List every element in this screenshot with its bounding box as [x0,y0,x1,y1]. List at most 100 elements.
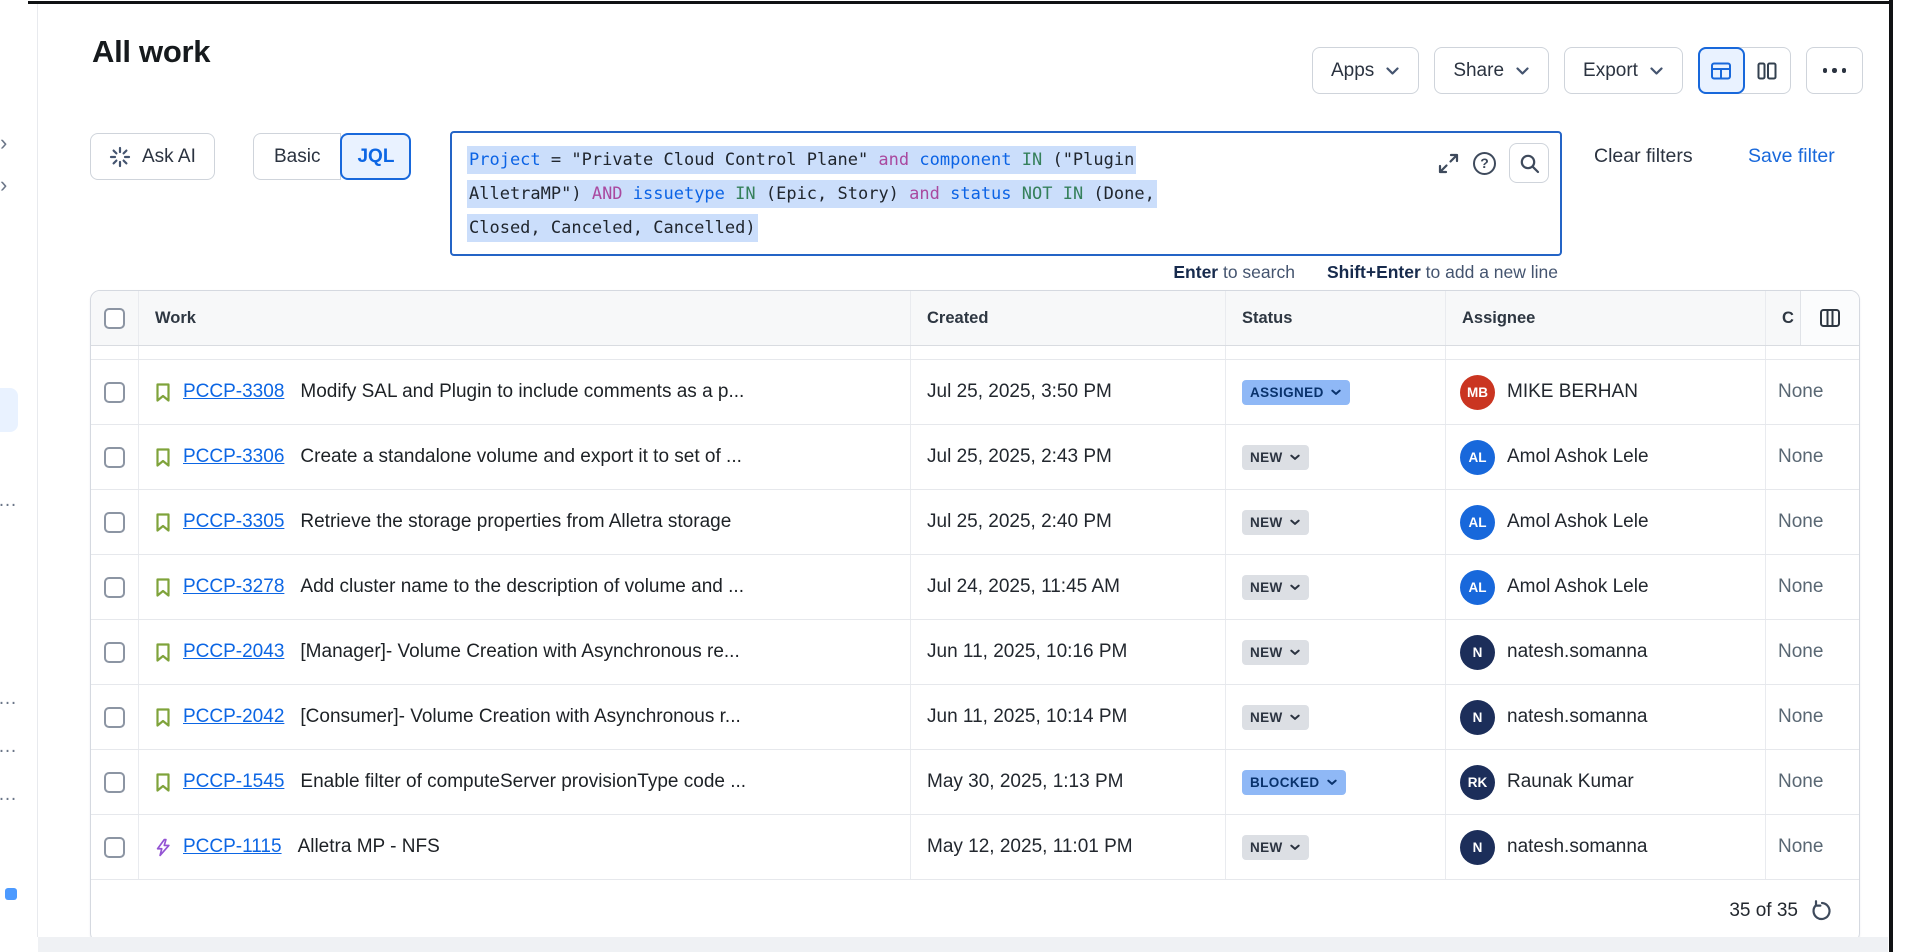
jql-token: and [899,184,950,204]
status-badge[interactable]: NEW [1242,835,1309,860]
created-cell: May 30, 2025, 1:13 PM [911,750,1226,814]
jql-mode-button[interactable]: JQL [340,133,411,180]
select-all-checkbox[interactable] [104,308,125,329]
table-header: WorkCreatedStatusAssigneeC [91,291,1859,346]
chevron-right-icon[interactable]: › [0,174,7,196]
row-checkbox[interactable] [104,707,125,728]
row-checkbox[interactable] [104,447,125,468]
sidebar-item-partial[interactable]: … [0,490,18,512]
expand-icon[interactable] [1437,152,1460,175]
keyboard-hint: Shift+Enter to add a new line [1327,262,1558,282]
story-icon [153,382,173,403]
search-hints: Enter to searchShift+Enter to add a new … [450,262,1558,283]
issue-key-link[interactable]: PCCP-3308 [183,381,284,403]
chevron-down-icon [1385,66,1400,76]
issue-key-link[interactable]: PCCP-3306 [183,446,284,468]
chevron-down-icon [1330,388,1342,397]
issue-key-link[interactable]: PCCP-3305 [183,511,284,533]
share-button-label: Share [1453,60,1504,82]
avatar: AL [1460,505,1495,540]
row-checkbox[interactable] [104,512,125,533]
table-row[interactable]: PCCP-3306Create a standalone volume and … [91,425,1859,490]
row-checkbox[interactable] [104,382,125,403]
row-select-cell [91,815,139,879]
chevron-right-icon[interactable]: › [0,132,7,154]
query-mode-toggle: Basic JQL [253,133,411,180]
issue-key-link[interactable]: PCCP-2043 [183,641,284,663]
table-header-row: WorkCreatedStatusAssigneeC [91,291,1859,346]
status-badge[interactable]: NEW [1242,705,1309,730]
jql-line-1: Project = "Private Cloud Control Plane" … [467,143,1440,177]
row-checkbox[interactable] [104,642,125,663]
result-count: 35 of 35 [1729,900,1798,922]
search-button[interactable] [1509,143,1549,183]
columns-settings-button[interactable] [1800,291,1859,345]
table-row[interactable]: PCCP-3278Add cluster name to the descrip… [91,555,1859,620]
save-filter-button[interactable]: Save filter [1742,144,1841,169]
extra-column-cell: None [1766,490,1859,554]
row-checkbox[interactable] [104,772,125,793]
status-badge[interactable]: ASSIGNED [1242,380,1350,405]
chevron-down-icon [1289,648,1301,657]
column-header-assignee: Assignee [1446,291,1766,345]
issue-key-link[interactable]: PCCP-2042 [183,706,284,728]
jql-editor[interactable]: Project = "Private Cloud Control Plane" … [450,131,1562,256]
work-cell: PCCP-3306Create a standalone volume and … [139,425,911,489]
status-label: NEW [1250,580,1283,595]
help-icon[interactable]: ? [1473,152,1496,175]
empty-cell [1446,346,1766,359]
export-button[interactable]: Export [1564,47,1683,94]
issue-key-link[interactable]: PCCP-1115 [183,836,282,858]
ask-ai-button[interactable]: Ask AI [90,133,215,180]
column-header-created: Created [911,291,1226,345]
refresh-button[interactable] [1811,900,1833,922]
row-checkbox[interactable] [104,577,125,598]
assignee-cell: ALAmol Ashok Lele [1446,425,1766,489]
status-label: NEW [1250,710,1283,725]
issue-key-link[interactable]: PCCP-3278 [183,576,284,598]
apps-button[interactable]: Apps [1312,47,1419,94]
chevron-down-icon [1326,778,1338,787]
status-badge[interactable]: NEW [1242,510,1309,535]
window-right-border [1889,0,1893,952]
work-cell: PCCP-1545Enable filter of computeServer … [139,750,911,814]
apps-button-label: Apps [1331,60,1374,82]
row-select-cell [91,555,139,619]
status-badge[interactable]: BLOCKED [1242,770,1346,795]
detail-view-button[interactable] [1745,48,1790,93]
status-cell: NEW [1226,815,1446,879]
table-row[interactable]: PCCP-2043[Manager]- Volume Creation with… [91,620,1859,685]
sidebar-active-item[interactable] [0,388,18,432]
refresh-icon [1811,900,1833,922]
sidebar-item-partial[interactable] [5,888,17,900]
status-badge[interactable]: NEW [1242,445,1309,470]
avatar: AL [1460,440,1495,475]
status-badge[interactable]: NEW [1242,575,1309,600]
status-badge[interactable]: NEW [1242,640,1309,665]
basic-mode-button[interactable]: Basic [253,133,341,180]
more-actions-button[interactable] [1806,47,1863,94]
table-view-button[interactable] [1698,47,1745,94]
table-row[interactable]: PCCP-1115Alletra MP - NFSMay 12, 2025, 1… [91,815,1859,880]
share-button[interactable]: Share [1434,47,1549,94]
table-row[interactable]: PCCP-2042[Consumer]- Volume Creation wit… [91,685,1859,750]
sidebar-item-partial[interactable]: … [0,736,18,758]
table-row[interactable]: PCCP-3308Modify SAL and Plugin to includ… [91,360,1859,425]
issue-key-link[interactable]: PCCP-1545 [183,771,284,793]
empty-cell [139,346,911,359]
assignee-name: Amol Ashok Lele [1507,511,1649,533]
sidebar-item-partial[interactable]: … [0,784,18,806]
table-row[interactable]: PCCP-1545Enable filter of computeServer … [91,750,1859,815]
status-label: NEW [1250,450,1283,465]
created-cell: Jul 25, 2025, 2:40 PM [911,490,1226,554]
row-checkbox[interactable] [104,837,125,858]
chevron-down-icon [1289,843,1301,852]
sidebar-item-partial[interactable]: … [0,688,18,710]
created-cell: Jul 25, 2025, 3:50 PM [911,360,1226,424]
clear-filters-button[interactable]: Clear filters [1588,144,1699,169]
jql-token: Closed, Canceled, Cancelled) [469,218,756,238]
jql-token: = [541,150,572,170]
table-row[interactable]: PCCP-3305Retrieve the storage properties… [91,490,1859,555]
jql-token: (Done, [1093,184,1154,204]
row-select-cell [91,490,139,554]
